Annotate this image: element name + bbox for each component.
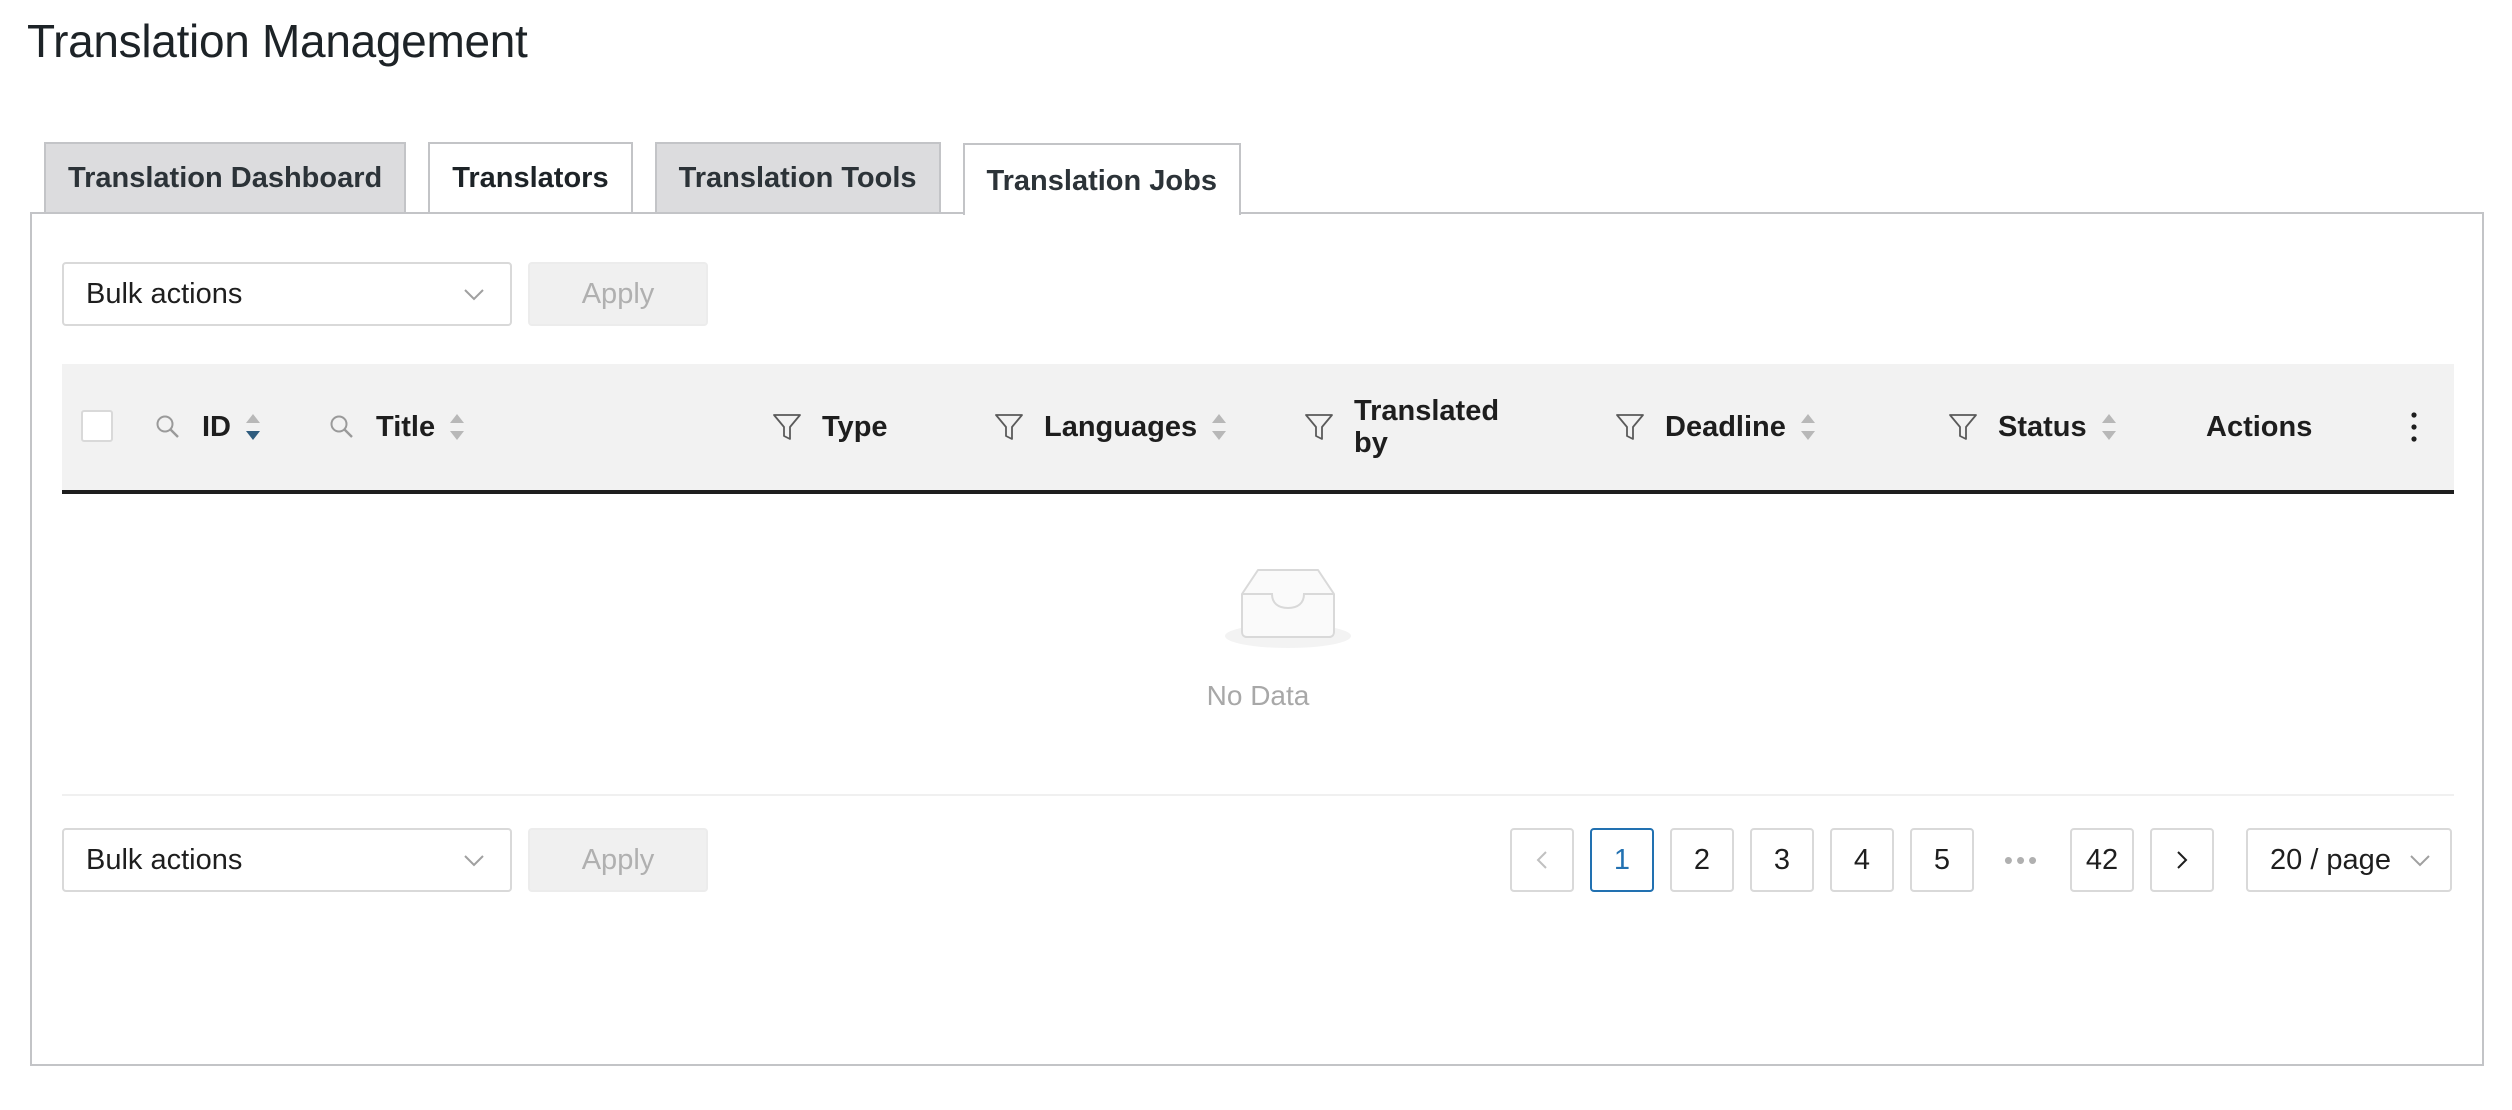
filter-icon[interactable] [772,412,802,442]
column-label-type: Type [822,411,888,443]
column-header-translated-by[interactable]: Translated by [1304,364,1499,490]
pagination-page-1[interactable]: 1 [1590,828,1654,892]
sort-icon[interactable] [1800,412,1816,442]
pagination-page-5[interactable]: 5 [1910,828,1974,892]
column-header-id[interactable]: ID [154,364,261,490]
page-size-value: 20 / page [2270,843,2391,876]
search-icon[interactable] [154,413,182,441]
column-label-languages: Languages [1044,411,1198,443]
table-header: ID Title Type Languages Translated by De… [62,364,2454,494]
pagination-prev-button[interactable] [1510,828,1574,892]
pagination-page-last[interactable]: 42 [2070,828,2134,892]
pagination-page-4[interactable]: 4 [1830,828,1894,892]
column-label-translated-by: Translated by [1354,395,1499,459]
column-label-translated-by-line2: by [1354,427,1388,459]
column-header-status[interactable]: Status [1948,364,2117,490]
table-footer-divider [62,794,2454,796]
pagination-page-2[interactable]: 2 [1670,828,1734,892]
bulk-actions-value: Bulk actions [86,843,243,876]
bulk-actions-select-bottom[interactable]: Bulk actions [62,828,512,892]
chevron-down-icon [2410,855,2430,867]
pagination-page-3[interactable]: 3 [1750,828,1814,892]
chevron-right-icon [2177,851,2188,869]
chevron-down-icon [464,289,484,301]
column-label-actions: Actions [2206,411,2313,443]
page-title: Translation Management [27,15,528,67]
table-empty-state: No Data [62,504,2454,794]
column-header-deadline[interactable]: Deadline [1615,364,1816,490]
tab-translation-tools[interactable]: Translation Tools [654,142,941,212]
sort-icon[interactable] [245,412,261,442]
search-icon[interactable] [328,413,356,441]
apply-button-bottom[interactable]: Apply [528,828,708,892]
pagination-jump-next[interactable]: ••• [1990,828,2054,892]
column-label-title: Title [376,411,436,443]
filter-icon[interactable] [1304,412,1334,442]
column-header-type[interactable]: Type [772,364,888,490]
select-all-checkbox[interactable] [81,410,113,442]
filter-icon[interactable] [1948,412,1978,442]
column-settings-button[interactable] [2408,364,2420,490]
column-label-id: ID [202,411,231,443]
empty-inbox-icon [1225,569,1351,648]
filter-icon[interactable] [1615,412,1645,442]
filter-icon[interactable] [994,412,1024,442]
more-vertical-icon[interactable] [2408,410,2420,444]
column-label-deadline: Deadline [1665,411,1786,443]
chevron-down-icon [464,855,484,867]
column-header-languages[interactable]: Languages [994,364,1227,490]
tab-bar: Translation Dashboard Translators Transl… [44,142,1241,215]
pagination-next-button[interactable] [2150,828,2214,892]
sort-icon[interactable] [2101,412,2117,442]
tab-translators[interactable]: Translators [428,142,633,212]
empty-state-text: No Data [1206,680,1310,711]
column-label-translated-by-line1: Translated [1354,395,1500,427]
apply-button-top[interactable]: Apply [528,262,708,326]
chevron-left-icon [1536,851,1547,869]
tab-translation-dashboard[interactable]: Translation Dashboard [44,142,407,212]
column-header-title[interactable]: Title [328,364,465,490]
column-label-status: Status [1998,411,2087,443]
page-size-select[interactable]: 20 / page [2246,828,2452,892]
sort-icon[interactable] [449,412,465,442]
sort-icon[interactable] [1211,412,1227,442]
jobs-panel: Bulk actions Apply ID Title Type Languag… [30,212,2484,1066]
column-header-actions: Actions [2206,364,2312,490]
tab-translation-jobs[interactable]: Translation Jobs [962,143,1241,215]
bulk-actions-select-top[interactable]: Bulk actions [62,262,512,326]
bulk-actions-value: Bulk actions [86,277,243,310]
